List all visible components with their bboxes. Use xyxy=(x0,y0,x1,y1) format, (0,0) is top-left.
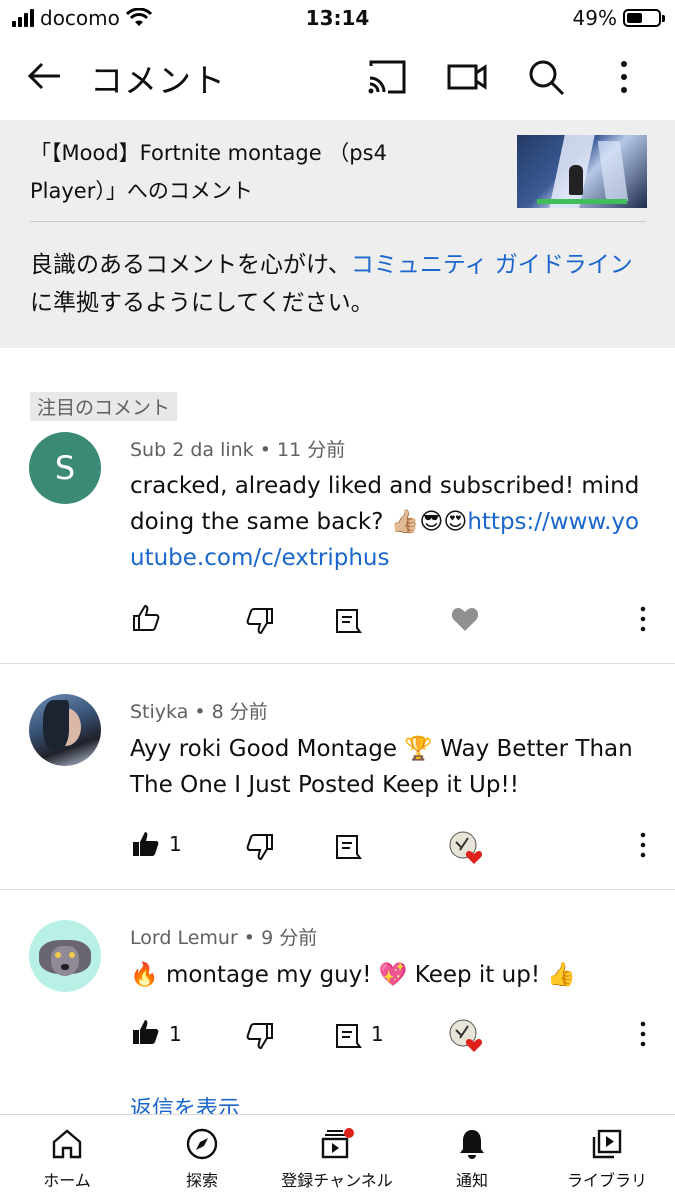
comment-text: Ayy roki Good Montage 🏆 Way Better Than … xyxy=(130,736,633,798)
comment-divider xyxy=(0,889,675,890)
guideline-suffix: に準拠するようにしてください。 xyxy=(30,290,374,316)
community-guidelines-link[interactable]: コミュニティ ガイドライン xyxy=(351,252,633,278)
more-vert-icon[interactable] xyxy=(628,604,658,634)
nav-notifications[interactable]: 通知 xyxy=(407,1127,537,1191)
battery-icon xyxy=(623,9,665,27)
more-vert-icon[interactable] xyxy=(603,56,645,98)
like-icon[interactable] xyxy=(131,603,161,633)
nav-library[interactable]: ライブラリ xyxy=(542,1127,672,1191)
nav-label: 通知 xyxy=(455,1171,488,1190)
more-vert-icon[interactable] xyxy=(628,1019,658,1049)
home-icon xyxy=(52,1129,82,1159)
header-divider xyxy=(30,221,646,222)
dislike-icon[interactable] xyxy=(245,1021,275,1051)
comment-divider xyxy=(0,663,675,664)
like-icon[interactable] xyxy=(131,1017,161,1047)
page-title: コメント xyxy=(90,61,226,100)
dislike-icon[interactable] xyxy=(245,606,275,636)
nav-label: ライブラリ xyxy=(566,1171,647,1190)
avatar-letter: S xyxy=(54,449,76,487)
dislike-icon[interactable] xyxy=(245,832,275,862)
video-thumbnail[interactable] xyxy=(517,135,647,208)
avatar[interactable]: S xyxy=(29,432,101,504)
guideline-prefix: 良識のあるコメントを心がけ、 xyxy=(30,252,351,278)
reply-icon[interactable] xyxy=(333,606,363,636)
back-arrow-icon[interactable] xyxy=(24,56,64,96)
like-count: 1 xyxy=(169,832,182,856)
heart-icon[interactable] xyxy=(450,604,480,634)
comments-header: 「【Mood】Fortnite montage （ps4 Player）」へのコ… xyxy=(0,120,675,348)
status-bar: docomo 13:14 49% xyxy=(0,0,675,38)
app-bar: コメント xyxy=(0,38,675,120)
comment-text: cracked, already liked and subscribed! m… xyxy=(130,468,650,576)
avatar[interactable] xyxy=(29,920,101,992)
video-title: 「【Mood】Fortnite montage （ps4 Player）」へのコ… xyxy=(30,141,387,203)
notifications-icon xyxy=(460,1130,484,1159)
cast-icon[interactable] xyxy=(366,56,408,98)
author-name: Stiyka xyxy=(130,701,189,723)
reply-icon[interactable] xyxy=(333,1021,363,1051)
like-icon[interactable] xyxy=(131,829,161,859)
author-name: Lord Lemur xyxy=(130,927,238,949)
nav-label: 登録チャンネル xyxy=(281,1171,393,1190)
comment-time: 11 分前 xyxy=(276,439,346,461)
show-replies-link[interactable]: 返信を表示 xyxy=(130,1096,240,1114)
library-icon xyxy=(592,1129,622,1159)
nav-label: 探索 xyxy=(185,1171,218,1190)
battery-percent: 49% xyxy=(572,6,617,30)
comment-text: 🔥 montage my guy! 💖 Keep it up! 👍 xyxy=(130,962,576,988)
creator-heart-icon xyxy=(449,831,483,864)
nav-home[interactable]: ホーム xyxy=(2,1127,132,1191)
search-icon[interactable] xyxy=(525,56,567,98)
reply-count: 1 xyxy=(371,1022,384,1046)
author-name: Sub 2 da link xyxy=(130,439,254,461)
comment-time: 8 分前 xyxy=(211,701,268,723)
pinned-comment-badge: 注目のコメント xyxy=(30,392,178,421)
avatar[interactable] xyxy=(29,694,101,766)
subscriptions-icon xyxy=(321,1128,354,1159)
like-count: 1 xyxy=(169,1022,182,1046)
bottom-navigation: ホーム 探索 登録チャンネル 通知 ライブラリ xyxy=(0,1114,675,1200)
explore-icon xyxy=(186,1128,218,1160)
comment-author[interactable]: Stiyka • 8 分前 xyxy=(130,697,268,724)
more-vert-icon[interactable] xyxy=(628,830,658,860)
nav-label: ホーム xyxy=(43,1171,91,1190)
creator-heart-icon xyxy=(449,1019,483,1052)
battery-group: 49% xyxy=(572,6,665,30)
nav-subscriptions[interactable]: 登録チャンネル xyxy=(272,1127,402,1191)
comment-author[interactable]: Lord Lemur • 9 分前 xyxy=(130,923,317,950)
reply-icon[interactable] xyxy=(333,832,363,862)
comment-author[interactable]: Sub 2 da link • 11 分前 xyxy=(130,435,345,462)
guideline-notice: 良識のあるコメントを心がけ、コミュニティ ガイドラインに準拠するようにしてくださ… xyxy=(30,246,650,322)
camera-icon[interactable] xyxy=(446,56,488,98)
nav-explore[interactable]: 探索 xyxy=(137,1127,267,1191)
comment-time: 9 分前 xyxy=(261,927,318,949)
